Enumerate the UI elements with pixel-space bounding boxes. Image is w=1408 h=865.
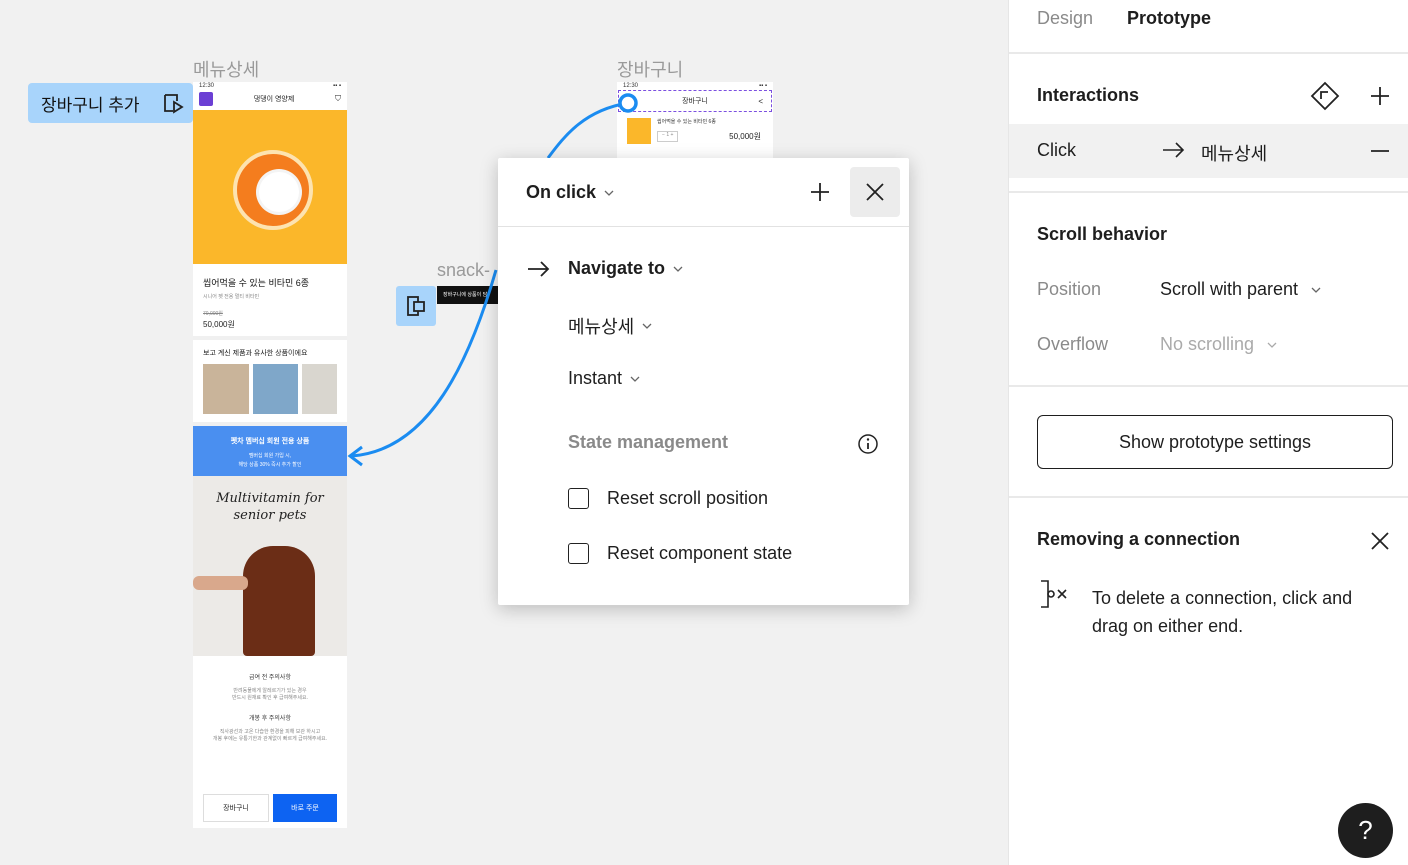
chevron-down-icon	[642, 323, 652, 329]
tab-prototype[interactable]: Prototype	[1127, 8, 1211, 29]
state-management-title: State management	[568, 432, 729, 452]
chevron-down-icon	[630, 376, 640, 382]
animation-dropdown[interactable]: Instant	[568, 368, 640, 389]
checkbox-icon	[568, 488, 589, 509]
add-interaction-icon[interactable]	[1369, 85, 1391, 107]
question-mark-icon: ?	[1358, 815, 1373, 845]
info-icon[interactable]	[857, 433, 879, 455]
destination-label: 메뉴상세	[568, 317, 635, 337]
interaction-row-click[interactable]: Click 메뉴상세	[1009, 124, 1408, 178]
reset-component-label: Reset component state	[607, 543, 793, 563]
arrow-right-icon	[1163, 142, 1185, 158]
removing-text-line-1: To delete a connection, click and	[1092, 588, 1353, 608]
chevron-down-icon	[1311, 287, 1321, 294]
arrow-right-icon	[528, 260, 550, 277]
properties-panel: Design Prototype Interactions Click 메뉴상세…	[1008, 0, 1408, 865]
disconnect-icon	[1041, 580, 1067, 608]
close-icon[interactable]	[1369, 530, 1391, 552]
action-label: Navigate to	[568, 258, 666, 278]
reset-scroll-label: Reset scroll position	[607, 488, 769, 508]
plus-icon[interactable]	[809, 181, 831, 203]
position-value: Scroll with parent	[1160, 279, 1299, 299]
show-prototype-settings-button[interactable]: Show prototype settings	[1037, 415, 1393, 469]
prototype-canvas[interactable]: 메뉴상세 장바구니 장바구니 추가 12:30 ▪▪ ▪ 댕댕이 영양제 ⛉ 씹어…	[0, 0, 1008, 865]
removing-text-line-2: drag on either end.	[1092, 616, 1244, 636]
interactions-title: Interactions	[1037, 85, 1140, 105]
divider	[1009, 496, 1408, 498]
connection-line-bottom[interactable]	[351, 269, 498, 458]
detach-icon	[866, 183, 884, 201]
popup-header: On click	[498, 158, 909, 227]
help-button[interactable]: ?	[1338, 803, 1393, 858]
destination-dropdown[interactable]: 메뉴상세	[568, 313, 652, 339]
divider	[1009, 191, 1408, 193]
scroll-behavior-title: Scroll behavior	[1037, 224, 1168, 244]
removing-connection-title: Removing a connection	[1037, 529, 1241, 549]
checkbox-icon	[568, 543, 589, 564]
reset-scroll-checkbox[interactable]: Reset scroll position	[568, 488, 768, 509]
trigger-dropdown[interactable]: On click	[526, 182, 614, 203]
animation-label: Instant	[568, 368, 623, 388]
connection-handle[interactable]	[618, 93, 638, 113]
connection-line-top[interactable]	[546, 101, 629, 159]
position-dropdown[interactable]: Scroll with parent	[1160, 279, 1321, 300]
action-dropdown[interactable]: Navigate to	[526, 258, 683, 279]
chevron-down-icon	[1267, 342, 1277, 349]
interaction-trigger: Click	[1037, 140, 1076, 160]
tab-design[interactable]: Design	[1037, 8, 1093, 29]
overflow-value: No scrolling	[1160, 334, 1255, 354]
interaction-target: 메뉴상세	[1201, 144, 1268, 164]
trigger-label: On click	[526, 181, 597, 202]
overflow-dropdown[interactable]: No scrolling	[1160, 334, 1277, 355]
remove-interaction-icon[interactable]	[1369, 142, 1391, 160]
flow-starting-point-icon[interactable]	[1309, 80, 1341, 112]
divider	[1009, 385, 1408, 387]
divider	[1009, 52, 1408, 54]
interaction-details-popup: On click Navigate to 메뉴상세 Instant State …	[498, 158, 909, 605]
overflow-label: Overflow	[1037, 334, 1109, 354]
reset-component-checkbox[interactable]: Reset component state	[568, 543, 792, 564]
detach-button[interactable]	[850, 167, 900, 217]
chevron-down-icon	[604, 190, 614, 196]
position-label: Position	[1037, 279, 1102, 299]
removing-connection-text: To delete a connection, click and drag o…	[1092, 584, 1352, 640]
chevron-down-icon	[673, 266, 683, 272]
